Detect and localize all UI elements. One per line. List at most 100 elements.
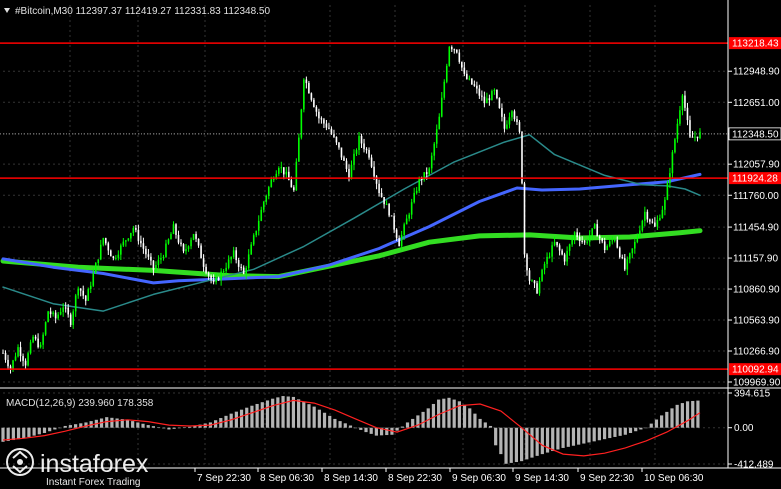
- candle-body: [232, 250, 235, 257]
- candle-body: [676, 123, 679, 140]
- candle-body: [67, 307, 69, 315]
- candle-body: [644, 211, 646, 221]
- macd-histogram-bar: [597, 427, 601, 441]
- macd-histogram-bar: [587, 427, 591, 443]
- candle-body: [237, 260, 240, 267]
- candle-body: [252, 235, 255, 245]
- macd-histogram-bar: [312, 406, 316, 428]
- candle-body: [531, 280, 533, 282]
- candle-body: [152, 260, 155, 270]
- candle-body: [212, 279, 215, 283]
- candle-body: [298, 137, 300, 162]
- macd-histogram-bar: [618, 427, 622, 436]
- candle-body: [104, 238, 107, 244]
- candle-body: [664, 199, 666, 210]
- candle-body: [262, 201, 265, 210]
- price-tick-label: 112948.90: [733, 67, 780, 78]
- candle-body: [393, 216, 395, 230]
- macd-histogram-bar: [551, 427, 555, 452]
- candle-body: [571, 239, 573, 245]
- candle-body: [445, 65, 448, 82]
- macd-histogram-bar: [348, 425, 353, 428]
- candle-body: [694, 136, 696, 138]
- macd-histogram-bar: [317, 409, 321, 428]
- candle-body: [288, 171, 290, 181]
- candle-body: [566, 250, 568, 262]
- time-tick-label: 9 Sep 06:30: [452, 473, 506, 484]
- macd-histogram-bar: [654, 419, 659, 428]
- candle-body: [57, 314, 59, 319]
- macd-histogram-bar: [660, 415, 664, 428]
- candle-body: [107, 243, 110, 251]
- macd-histogram-bar: [37, 427, 41, 435]
- macd-histogram-bar: [405, 422, 410, 428]
- macd-histogram-bar: [250, 405, 254, 428]
- macd-histogram-bar: [447, 397, 451, 428]
- current-price-label: 112348.50: [732, 129, 779, 140]
- candle-body: [313, 99, 315, 107]
- macd-histogram-bar: [665, 411, 669, 428]
- macd-histogram-bar: [509, 427, 513, 463]
- price-tick-label: 110563.90: [733, 316, 780, 327]
- macd-histogram-bar: [110, 417, 114, 428]
- candle-body: [656, 220, 659, 227]
- macd-histogram-bar: [582, 427, 586, 444]
- macd-histogram-bar: [478, 418, 482, 428]
- candle-body: [335, 136, 338, 143]
- chart-canvas[interactable]: 112948.90 112651.00 112348.50 112057.90 1117…: [0, 0, 781, 489]
- macd-histogram-bar: [691, 400, 695, 428]
- candle-body: [463, 67, 466, 74]
- candle-body: [69, 314, 72, 325]
- candle-body: [318, 111, 320, 119]
- candle-body: [448, 46, 451, 66]
- candle-body: [115, 257, 117, 259]
- candle-body: [528, 270, 531, 281]
- candle-body: [338, 142, 340, 148]
- macd-histogram-bar: [452, 399, 456, 428]
- candle-body: [227, 259, 230, 268]
- candle-body: [388, 204, 390, 216]
- macd-histogram-bar: [48, 427, 52, 432]
- candle-body: [94, 262, 97, 274]
- candle-body: [230, 256, 232, 260]
- candle-body: [508, 117, 511, 125]
- macd-histogram-bar: [271, 398, 275, 428]
- candle-body: [435, 129, 438, 144]
- candle-body: [320, 118, 323, 120]
- price-tick-label: 111760.00: [733, 191, 779, 202]
- candle-body: [679, 110, 681, 124]
- candle-body: [373, 166, 375, 177]
- candle-body: [87, 289, 90, 301]
- macd-histogram-bar: [400, 426, 404, 428]
- macd-histogram-bar: [639, 427, 643, 430]
- candle-body: [270, 179, 273, 188]
- macd-histogram-bar: [115, 418, 119, 428]
- candle-body: [628, 253, 631, 260]
- time-tick-label: 9 Sep 14:30: [515, 473, 569, 484]
- candle-body: [245, 268, 247, 274]
- candle-body: [616, 239, 619, 248]
- candle-body: [195, 234, 197, 239]
- candle-body: [533, 280, 536, 284]
- candle-body: [641, 220, 644, 231]
- candle-body: [586, 241, 588, 243]
- macd-histogram-bar: [32, 427, 36, 436]
- candle-body: [280, 167, 283, 169]
- candle-body: [496, 89, 498, 99]
- candle-body: [523, 183, 526, 255]
- candle-body: [405, 218, 408, 225]
- candle-body: [548, 256, 551, 258]
- macd-histogram-bar: [322, 412, 327, 428]
- candle-body: [44, 322, 47, 335]
- candle-body: [400, 234, 403, 247]
- macd-histogram-bar: [421, 411, 425, 428]
- macd-histogram-bar: [167, 427, 171, 430]
- candle-body: [2, 352, 4, 354]
- candle-body: [506, 124, 508, 129]
- candle-body: [325, 123, 328, 128]
- candle-body: [511, 111, 513, 118]
- macd-histogram-bar: [644, 427, 648, 429]
- candle-body: [621, 257, 624, 259]
- candle-body: [558, 245, 561, 251]
- macd-histogram-bar: [354, 427, 358, 429]
